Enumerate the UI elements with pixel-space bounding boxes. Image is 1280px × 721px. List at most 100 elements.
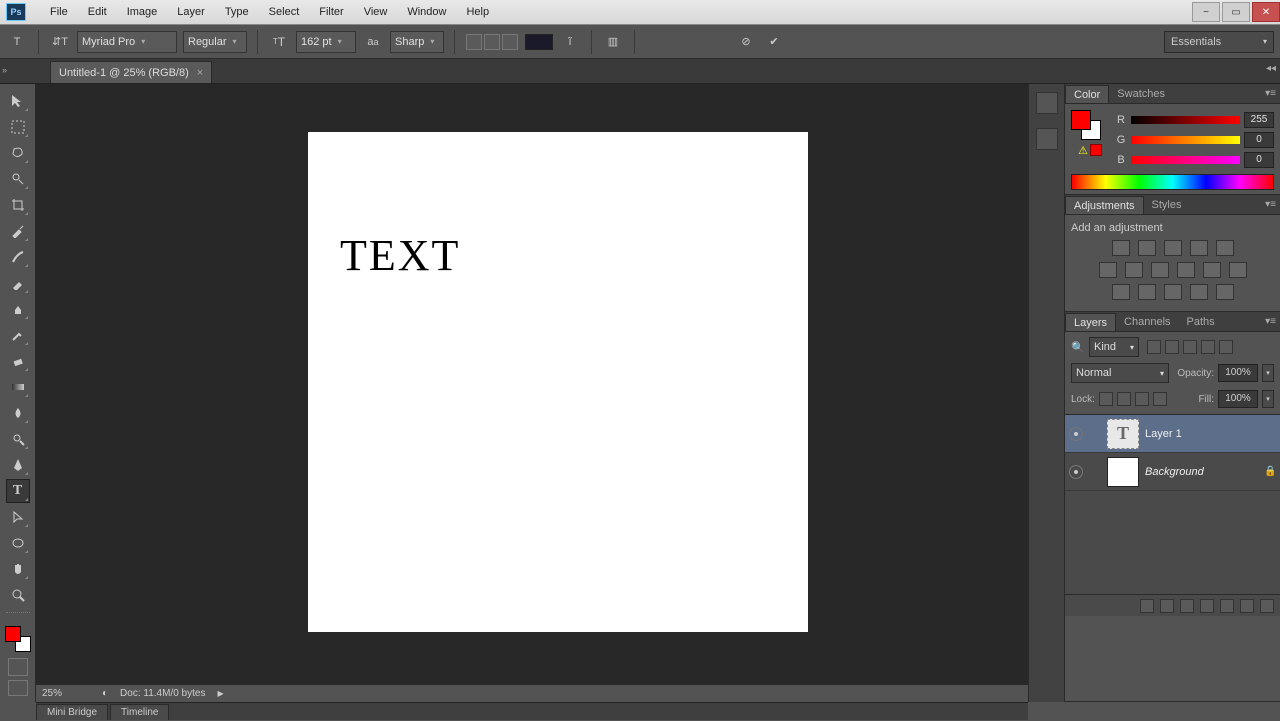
collapse-panels-icon[interactable]: ◂◂: [1266, 63, 1276, 74]
font-size-select[interactable]: 162 pt▾: [296, 31, 356, 53]
warp-text-button[interactable]: ĩ: [559, 31, 581, 53]
font-family-select[interactable]: Myriad Pro▾: [77, 31, 177, 53]
layer-name[interactable]: Layer 1: [1145, 428, 1182, 440]
menu-layer[interactable]: Layer: [167, 0, 215, 25]
history-panel-icon[interactable]: [1036, 92, 1058, 114]
adj-curves[interactable]: [1164, 240, 1182, 256]
align-left-button[interactable]: [466, 34, 482, 50]
fill-arrow[interactable]: ▾: [1262, 390, 1274, 408]
tab-channels[interactable]: Channels: [1116, 313, 1178, 331]
color-swatch-pair[interactable]: [1071, 110, 1101, 140]
screen-mode-toggle[interactable]: [8, 680, 28, 696]
link-layers-button[interactable]: [1140, 599, 1154, 613]
adj-posterize[interactable]: [1138, 284, 1156, 300]
filter-shape[interactable]: [1201, 340, 1215, 354]
foreground-background-colors[interactable]: [5, 626, 31, 652]
foreground-color[interactable]: [5, 626, 21, 642]
blend-mode-select[interactable]: Normal▾: [1071, 363, 1169, 383]
foreground-swatch[interactable]: [1071, 110, 1091, 130]
eraser-tool[interactable]: [6, 349, 30, 373]
close-button[interactable]: ✕: [1252, 2, 1280, 22]
type-tool[interactable]: T: [6, 479, 30, 503]
blur-tool[interactable]: [6, 401, 30, 425]
tab-timeline[interactable]: Timeline: [110, 704, 169, 720]
lasso-tool[interactable]: [6, 141, 30, 165]
slider-r[interactable]: R 255: [1115, 110, 1274, 130]
tab-paths[interactable]: Paths: [1179, 313, 1223, 331]
history-brush-tool[interactable]: [6, 323, 30, 347]
properties-panel-icon[interactable]: [1036, 128, 1058, 150]
adj-threshold[interactable]: [1164, 284, 1182, 300]
opacity-arrow[interactable]: ▾: [1262, 364, 1274, 382]
lock-pixels[interactable]: [1117, 392, 1131, 406]
zoom-tool[interactable]: [6, 583, 30, 607]
character-panel-toggle[interactable]: ▥: [602, 31, 624, 53]
adj-hue[interactable]: [1099, 262, 1117, 278]
slider-g-value[interactable]: 0: [1244, 132, 1274, 148]
adjustment-layer-button[interactable]: [1200, 599, 1214, 613]
menu-help[interactable]: Help: [456, 0, 499, 25]
document-tab[interactable]: Untitled-1 @ 25% (RGB/8) ×: [50, 61, 212, 83]
canvas-area[interactable]: TEXT 25% ◐ Doc: 11.4M/0 bytes ▶: [36, 84, 1028, 702]
slider-r-value[interactable]: 255: [1244, 112, 1274, 128]
document-canvas[interactable]: TEXT: [308, 132, 808, 632]
adj-bw[interactable]: [1151, 262, 1169, 278]
marquee-tool[interactable]: [6, 115, 30, 139]
path-select-tool[interactable]: [6, 505, 30, 529]
closest-color-swatch[interactable]: [1090, 144, 1102, 156]
gamut-warning-icon[interactable]: ⚠: [1078, 144, 1088, 157]
filter-smart[interactable]: [1219, 340, 1233, 354]
crop-tool[interactable]: [6, 193, 30, 217]
align-center-button[interactable]: [484, 34, 500, 50]
menu-type[interactable]: Type: [215, 0, 259, 25]
tab-mini-bridge[interactable]: Mini Bridge: [36, 704, 108, 720]
quick-mask-toggle[interactable]: [8, 658, 28, 676]
filter-kind-select[interactable]: Kind▾: [1089, 337, 1139, 357]
tab-swatches[interactable]: Swatches: [1109, 85, 1173, 103]
tab-adjustments[interactable]: Adjustments: [1065, 196, 1144, 214]
new-layer-button[interactable]: [1240, 599, 1254, 613]
adj-channelmixer[interactable]: [1203, 262, 1221, 278]
align-right-button[interactable]: [502, 34, 518, 50]
menu-image[interactable]: Image: [117, 0, 168, 25]
commit-edits-button[interactable]: ✔: [763, 31, 785, 53]
visibility-toggle[interactable]: [1069, 427, 1083, 441]
opacity-value[interactable]: 100%: [1218, 364, 1258, 382]
group-button[interactable]: [1220, 599, 1234, 613]
fill-value[interactable]: 100%: [1218, 390, 1258, 408]
layer-item[interactable]: T Layer 1: [1065, 415, 1280, 453]
layer-mask-button[interactable]: [1180, 599, 1194, 613]
layer-style-button[interactable]: [1160, 599, 1174, 613]
filter-pixel[interactable]: [1147, 340, 1161, 354]
adj-colorbalance[interactable]: [1125, 262, 1143, 278]
layer-item[interactable]: Background 🔒: [1065, 453, 1280, 491]
clone-stamp-tool[interactable]: [6, 297, 30, 321]
menu-edit[interactable]: Edit: [78, 0, 117, 25]
slider-b-value[interactable]: 0: [1244, 152, 1274, 168]
color-ramp[interactable]: [1071, 174, 1274, 190]
tab-layers[interactable]: Layers: [1065, 313, 1116, 331]
maximize-button[interactable]: ▭: [1222, 2, 1250, 22]
menu-filter[interactable]: Filter: [309, 0, 353, 25]
panel-menu-icon[interactable]: ▾≡: [1265, 88, 1276, 99]
eyedropper-tool[interactable]: [6, 219, 30, 243]
dodge-tool[interactable]: [6, 427, 30, 451]
font-style-select[interactable]: Regular▾: [183, 31, 247, 53]
adj-photofilter[interactable]: [1177, 262, 1195, 278]
menu-view[interactable]: View: [354, 0, 398, 25]
layer-name[interactable]: Background: [1145, 466, 1204, 478]
adj-exposure[interactable]: [1190, 240, 1208, 256]
layer-thumbnail[interactable]: T: [1107, 419, 1139, 449]
expand-left-icon[interactable]: »: [2, 65, 12, 75]
menu-select[interactable]: Select: [259, 0, 310, 25]
adj-gradientmap[interactable]: [1190, 284, 1208, 300]
text-orientation-toggle[interactable]: ⇵T: [49, 31, 71, 53]
delete-layer-button[interactable]: [1260, 599, 1274, 613]
filter-adjust[interactable]: [1165, 340, 1179, 354]
panel-menu-icon[interactable]: ▾≡: [1265, 199, 1276, 210]
quick-select-tool[interactable]: [6, 167, 30, 191]
slider-b[interactable]: B 0: [1115, 150, 1274, 170]
brush-tool[interactable]: [6, 271, 30, 295]
filter-icon[interactable]: 🔍: [1071, 341, 1085, 354]
layer-thumbnail[interactable]: [1107, 457, 1139, 487]
